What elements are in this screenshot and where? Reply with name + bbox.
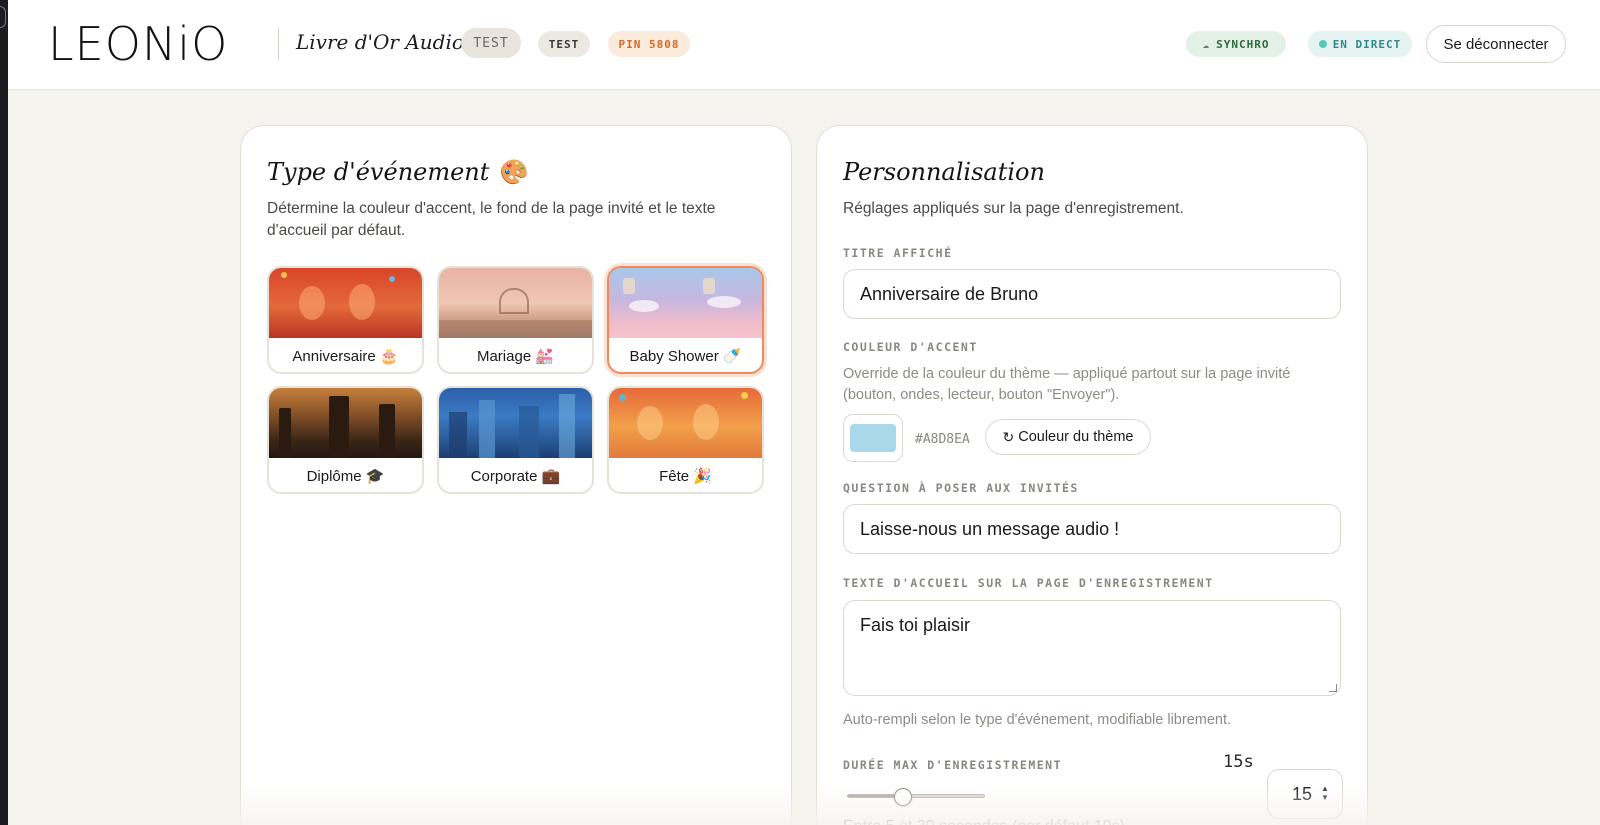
question-input[interactable]: Laisse-nous un message audio ! [843,504,1341,554]
personalization-card: Personnalisation Réglages appliqués sur … [816,125,1368,825]
displayed-title-label: TITRE AFFICHÉ [843,246,953,260]
event-option-label: Corporate 💼 [470,468,561,485]
sync-badge-label: SYNCHRO [1216,37,1270,51]
app-title: Livre d'Or Audio [296,30,464,54]
accent-color-swatch [850,424,896,452]
event-option-label: Anniversaire 🎂 [292,348,399,365]
welcome-text-input[interactable]: Fais toi plaisir [843,600,1341,696]
accent-color-help: Override de la couleur du thème — appliq… [843,366,1291,403]
question-label: QUESTION À POSER AUX INVITÉS [843,481,1079,495]
welcome-text-value: Fais toi plaisir [860,615,971,635]
live-badge-label: EN DIRECT [1332,37,1402,51]
duration-label: DURÉE MAX D'ENREGISTREMENT [843,758,1063,772]
event-option-baby-shower[interactable]: Baby Shower 🍼 [607,266,764,374]
mode-badge: TEST [538,31,590,57]
welcome-text-label: TEXTE D'ACCUEIL SUR LA PAGE D'ENREGISTRE… [843,576,1214,590]
theme-color-button-label: Couleur du thème [1018,429,1134,445]
event-option-anniversaire[interactable]: Anniversaire 🎂 [267,266,424,374]
personalization-description: Réglages appliqués sur la page d'enregis… [843,200,1184,217]
duration-number-input[interactable]: 15 ▲ ▼ [1267,769,1343,819]
header-divider [278,28,279,60]
displayed-title-input[interactable]: Anniversaire de Bruno [843,269,1341,319]
event-option-label: Baby Shower 🍼 [629,348,742,365]
event-type-description: Détermine la couleur d'accent, le fond d… [267,200,716,239]
accent-color-picker[interactable] [843,414,903,462]
fete-image [609,388,762,458]
duration-slider-thumb[interactable] [894,788,913,806]
cloud-icon: ☁ [1202,37,1211,51]
duration-display: 15s [1223,752,1254,772]
diplome-image [269,388,422,458]
accent-color-hex: #A8D8EA [915,432,970,447]
anniversaire-image [269,268,422,338]
duration-help: Entre 5 et 30 secondes (par défaut 10s) [843,816,1343,825]
theme-color-button[interactable]: ↻ Couleur du thème [985,419,1151,455]
event-option-fete[interactable]: Fête 🎉 [607,386,764,494]
event-option-corporate[interactable]: Corporate 💼 [437,386,594,494]
pin-badge: PIN 5808 [608,31,690,57]
logo[interactable]: LEONiO [48,17,229,71]
event-option-diplome[interactable]: Diplôme 🎓 [267,386,424,494]
duration-slider[interactable] [847,788,985,806]
live-badge: EN DIRECT [1308,31,1412,57]
reset-icon: ↻ [1002,428,1015,445]
env-badge: TEST [461,28,521,58]
event-option-label: Diplôme 🎓 [306,468,385,485]
welcome-text-help: Auto-rempli selon le type d'événement, m… [843,712,1232,728]
mariage-image [439,268,592,338]
live-dot-icon [1318,40,1327,48]
event-option-mariage[interactable]: Mariage 💒 [437,266,594,374]
resize-handle-icon[interactable] [1329,684,1337,692]
window-edge [0,0,8,825]
edge-handle-icon [0,6,6,28]
stepper-icon[interactable]: ▲ ▼ [1320,784,1330,804]
top-header: LEONiO Livre d'Or Audio TEST TEST PIN 58… [8,0,1600,90]
duration-number-value: 15 [1291,783,1312,804]
logo-text: LEONiO [48,17,229,71]
accent-color-label: COULEUR D'ACCENT [843,340,978,354]
event-type-title: Type d'événement 🎨 [267,158,527,186]
baby-shower-image [609,268,762,338]
logout-button[interactable]: Se déconnecter [1426,25,1566,63]
event-option-label: Fête 🎉 [659,468,712,485]
corporate-image [439,388,592,458]
event-option-label: Mariage 💒 [476,348,555,365]
sync-badge: ☁ SYNCHRO [1186,31,1286,57]
event-type-card: Type d'événement 🎨 Détermine la couleur … [240,125,792,825]
personalization-title: Personnalisation [843,158,1045,186]
